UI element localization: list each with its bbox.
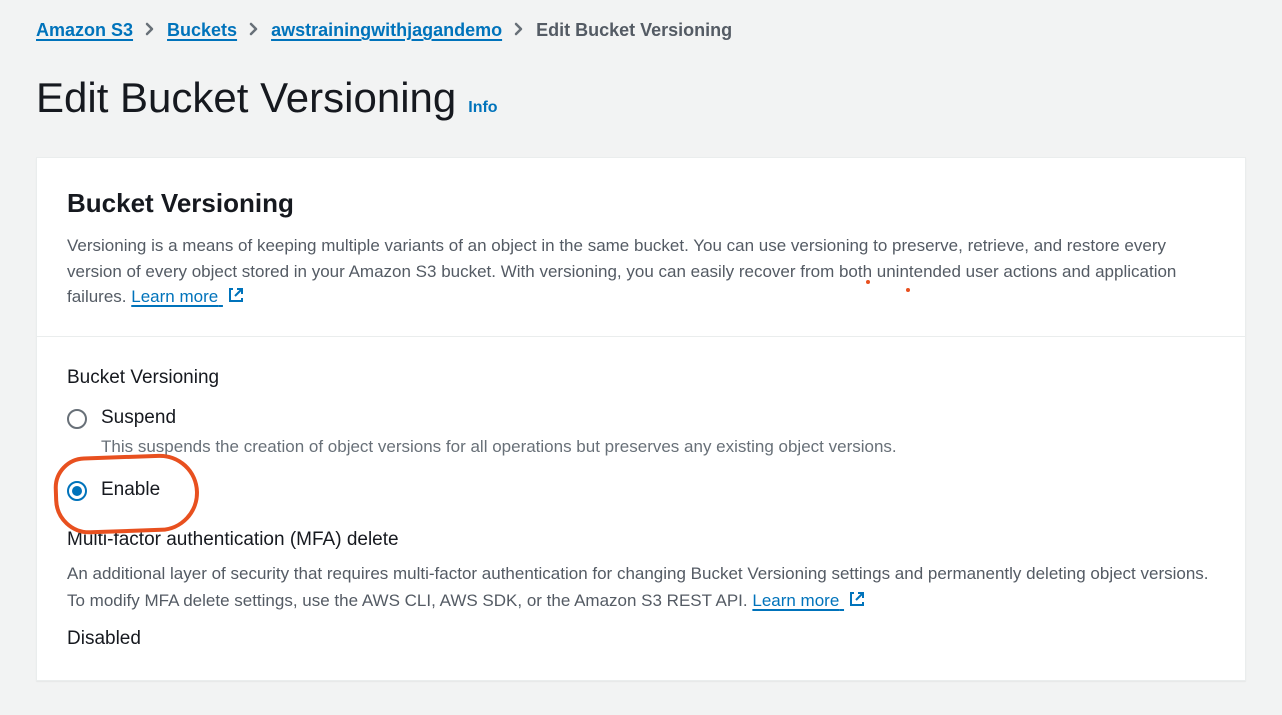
radio-label-suspend: Suspend xyxy=(101,407,176,429)
radio-option-suspend[interactable]: Suspend xyxy=(67,407,1215,429)
mfa-title: Multi-factor authentication (MFA) delete xyxy=(67,529,1215,551)
learn-more-mfa-text: Learn more xyxy=(752,591,839,610)
radio-option-enable[interactable]: Enable xyxy=(67,479,1215,501)
mfa-status-value: Disabled xyxy=(67,628,1215,650)
annotation-dot xyxy=(906,288,910,292)
card-header-section: Bucket Versioning Versioning is a means … xyxy=(37,158,1245,337)
learn-more-text: Learn more xyxy=(131,287,218,306)
breadcrumb-buckets[interactable]: Buckets xyxy=(167,20,237,41)
breadcrumb-amazon-s3[interactable]: Amazon S3 xyxy=(36,20,133,41)
mfa-description: An additional layer of security that req… xyxy=(67,561,1215,614)
external-link-icon xyxy=(848,590,866,608)
page-header: Edit Bucket Versioning Info xyxy=(0,55,1282,157)
page-title: Edit Bucket Versioning xyxy=(36,75,456,121)
breadcrumb-bucket-name[interactable]: awstrainingwithjagandemo xyxy=(271,20,502,41)
breadcrumb-current: Edit Bucket Versioning xyxy=(536,20,732,41)
chevron-right-icon xyxy=(514,20,524,41)
section-title: Bucket Versioning xyxy=(67,188,1215,219)
versioning-field: Bucket Versioning Suspend This suspends … xyxy=(37,337,1245,518)
chevron-right-icon xyxy=(145,20,155,41)
annotation-dot xyxy=(866,280,870,284)
learn-more-link[interactable]: Learn more xyxy=(131,287,245,306)
versioning-label: Bucket Versioning xyxy=(67,367,1215,389)
info-link[interactable]: Info xyxy=(468,99,497,117)
mfa-description-text: An additional layer of security that req… xyxy=(67,564,1209,609)
mfa-section: Multi-factor authentication (MFA) delete… xyxy=(37,517,1245,680)
bucket-versioning-card: Bucket Versioning Versioning is a means … xyxy=(36,157,1246,681)
chevron-right-icon xyxy=(249,20,259,41)
radio-icon-selected[interactable] xyxy=(67,481,87,501)
section-description: Versioning is a means of keeping multipl… xyxy=(67,233,1215,310)
external-link-icon xyxy=(227,286,245,304)
learn-more-mfa-link[interactable]: Learn more xyxy=(752,591,866,610)
breadcrumb: Amazon S3 Buckets awstrainingwithjagande… xyxy=(0,0,1282,55)
radio-description-suspend: This suspends the creation of object ver… xyxy=(101,435,921,460)
radio-icon-unselected[interactable] xyxy=(67,409,87,429)
radio-label-enable: Enable xyxy=(101,479,160,501)
